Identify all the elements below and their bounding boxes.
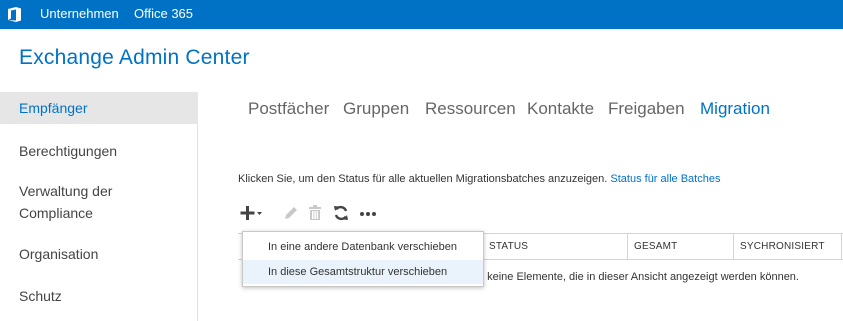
- add-menu-dropdown: In eine andere Datenbank verschieben In …: [242, 231, 484, 287]
- column-header-status[interactable]: STATUS: [482, 234, 632, 259]
- info-line: Klicken Sie, um den Status für alle aktu…: [238, 173, 720, 185]
- tab-contacts[interactable]: Kontakte: [527, 98, 594, 120]
- trash-icon[interactable]: [306, 203, 324, 223]
- info-text: Klicken Sie, um den Status für alle aktu…: [238, 173, 608, 185]
- column-divider: [841, 234, 842, 259]
- pencil-icon[interactable]: [282, 203, 300, 223]
- tab-resources[interactable]: Ressourcen: [425, 98, 516, 120]
- menu-item-move-to-forest[interactable]: In diese Gesamtstruktur verschieben: [243, 260, 483, 284]
- top-bar: Unternehmen Office 365: [0, 0, 843, 29]
- status-all-batches-link[interactable]: Status für alle Batches: [610, 173, 720, 185]
- sidebar-item-protection[interactable]: Schutz: [0, 285, 198, 307]
- tab-shares[interactable]: Freigaben: [608, 98, 685, 120]
- refresh-icon[interactable]: [332, 203, 350, 223]
- add-dropdown-icon[interactable]: [240, 203, 266, 223]
- menu-item-move-to-database[interactable]: In eine andere Datenbank verschieben: [243, 235, 483, 259]
- sidebar-item-permissions[interactable]: Berechtigungen: [0, 140, 198, 162]
- tab-migration[interactable]: Migration: [700, 98, 770, 120]
- more-options-icon[interactable]: [358, 203, 378, 223]
- app-title: Exchange Admin Center: [19, 46, 250, 69]
- topnav-company[interactable]: Unternehmen: [40, 6, 119, 22]
- sidebar-item-compliance[interactable]: Verwaltung der Compliance: [0, 180, 150, 224]
- topnav-office365[interactable]: Office 365: [134, 6, 193, 22]
- sidebar-item-recipients[interactable]: Empfänger: [0, 92, 198, 124]
- office-logo-icon[interactable]: [6, 6, 23, 23]
- tab-mailboxes[interactable]: Postfächer: [248, 98, 329, 120]
- column-header-total[interactable]: GESAMT: [627, 234, 733, 259]
- column-header-synchronized[interactable]: SYCHRONISIERT: [733, 234, 843, 259]
- empty-message-text: t keine Elemente, die in dieser Ansicht …: [481, 271, 799, 283]
- sidebar-item-organization[interactable]: Organisation: [0, 243, 198, 265]
- sidebar: Empfänger Berechtigungen Verwaltung der …: [0, 92, 198, 321]
- tab-groups[interactable]: Gruppen: [343, 98, 409, 120]
